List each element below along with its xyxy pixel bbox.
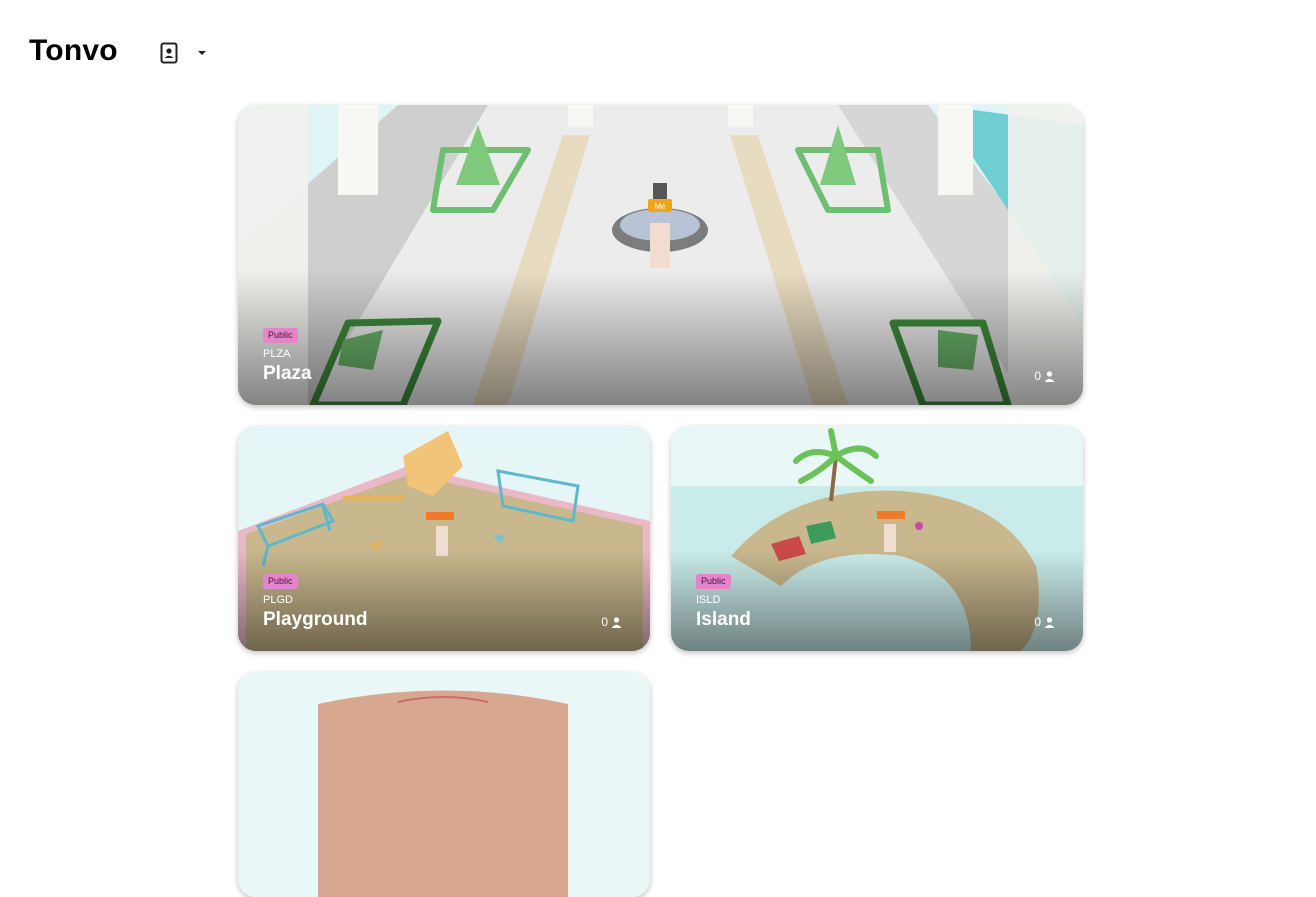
room-card-playground[interactable]: Public PLGD Playground 0: [238, 426, 650, 651]
room-title: Island: [696, 609, 751, 630]
top-bar: Tonvo: [0, 0, 1316, 100]
room-card-island[interactable]: Public ISLD Island 0: [671, 426, 1083, 651]
person-icon: [1044, 370, 1055, 382]
room-card-plaza[interactable]: Me Public PLZA Plaza 0: [238, 105, 1083, 405]
visibility-badge: Public: [263, 328, 298, 343]
room-info: Public ISLD Island: [696, 571, 751, 631]
player-count-value: 0: [1034, 615, 1041, 629]
player-count-value: 0: [601, 615, 608, 629]
room-info: Public PLZA Plaza: [263, 325, 312, 385]
visibility-badge: Public: [263, 574, 298, 589]
room-card-partial[interactable]: [238, 672, 650, 897]
room-info: Public PLGD Playground: [263, 571, 368, 631]
account-menu-button[interactable]: [160, 38, 206, 68]
room-code: ISLD: [696, 594, 721, 606]
room-scene-image: [238, 672, 650, 897]
app-logo[interactable]: Tonvo: [29, 34, 118, 68]
caret-down-icon: [198, 50, 206, 55]
room-code: PLZA: [263, 348, 291, 360]
person-icon: [1044, 616, 1055, 628]
player-count: 0: [1034, 615, 1055, 629]
visibility-badge: Public: [696, 574, 731, 589]
player-count-value: 0: [1034, 369, 1041, 383]
player-count: 0: [601, 615, 622, 629]
room-code: PLGD: [263, 594, 293, 606]
contact-card-icon: [160, 42, 178, 64]
room-title: Playground: [263, 609, 368, 630]
person-icon: [611, 616, 622, 628]
room-title: Plaza: [263, 363, 312, 384]
player-count: 0: [1034, 369, 1055, 383]
